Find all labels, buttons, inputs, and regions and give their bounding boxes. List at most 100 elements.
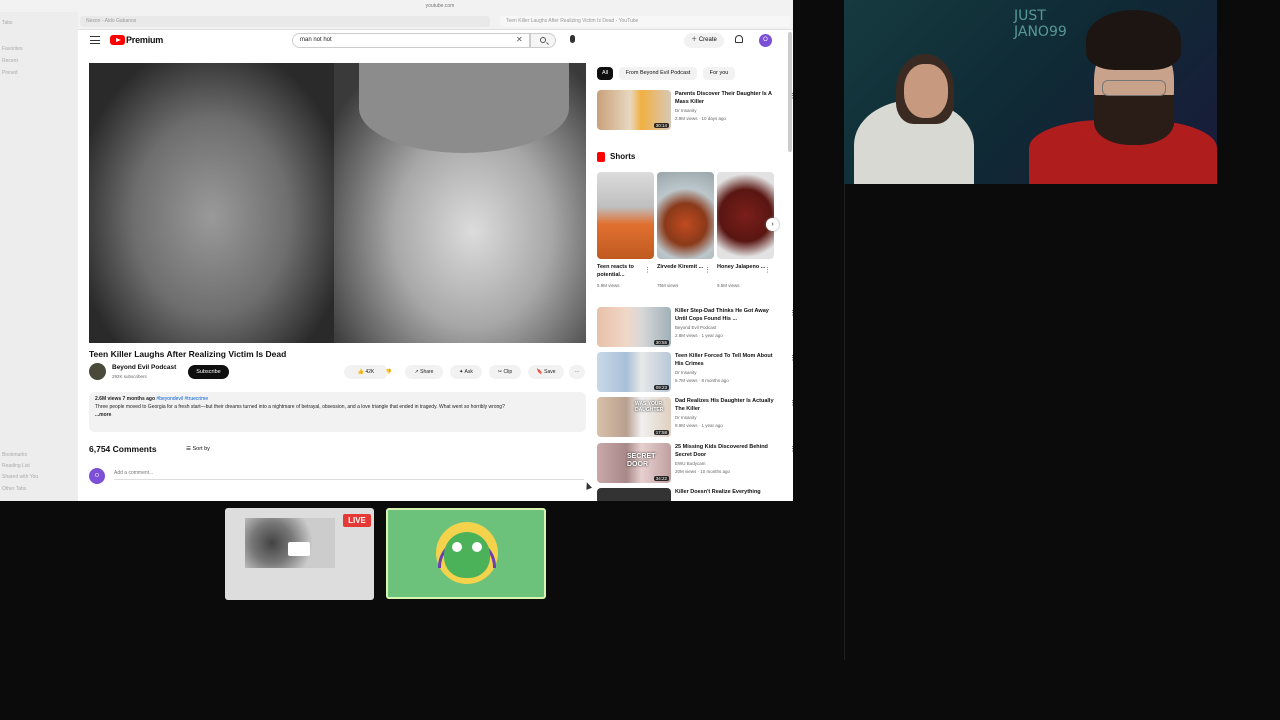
commenter-avatar: O [89, 468, 105, 484]
shorts-icon [597, 152, 605, 162]
recommended-video[interactable]: 30:14 Parents Discover Their Daughter Is… [597, 90, 793, 130]
create-button[interactable]: ＋ Create [684, 33, 724, 48]
channel-name[interactable]: Beyond Evil Podcast [112, 364, 176, 371]
video-description[interactable]: 2.6M views 7 months ago #beyondevil #tru… [89, 392, 586, 432]
chip-from-channel[interactable]: From Beyond Evil Podcast [619, 67, 697, 80]
short-title[interactable]: Honey Jalapeno ... [717, 263, 767, 271]
short-thumbnail[interactable] [717, 172, 774, 259]
sidebar-item-shared[interactable]: Shared with You [2, 474, 38, 480]
short-title[interactable]: Teen reacts to potential... [597, 263, 647, 279]
video-channel[interactable]: Beyond Evil Podcast [675, 325, 716, 330]
tab-youtube[interactable]: Teen Killer Laughs After Realizing Victi… [500, 16, 790, 27]
ask-button[interactable]: ✦ Ask [450, 365, 482, 379]
shorts-heading: Shorts [610, 152, 636, 161]
sidebar-item-recent[interactable]: Recent [2, 58, 18, 64]
sort-comments-button[interactable]: ☰ Sort by [186, 446, 210, 452]
description-text: Three people moved to Georgia for a fres… [95, 404, 505, 410]
clear-search-icon[interactable]: ✕ [516, 35, 523, 44]
tab-nexon[interactable]: Nexon - Aldo Gabanos [80, 16, 490, 27]
more-options-icon[interactable]: ⋮ [789, 445, 793, 453]
more-options-icon[interactable]: ⋮ [789, 92, 793, 100]
sidebar-item-bookmarks[interactable]: Bookmarks [2, 452, 27, 458]
chip-all[interactable]: All [597, 67, 613, 80]
live-preview-cursor [288, 542, 310, 556]
video-title[interactable]: Teen Killer Forced To Tell Mom About His… [675, 352, 775, 368]
video-channel[interactable]: Dr Insanity [675, 370, 697, 375]
guest-face [904, 64, 948, 118]
sidebar-item-pinned[interactable]: Pinned [2, 70, 18, 76]
more-options-icon[interactable]: ⋮ [789, 354, 793, 362]
video-channel[interactable]: Dr Insanity [675, 108, 697, 113]
video-duration: 30:55 [653, 340, 669, 345]
streamer-guest [844, 54, 974, 184]
video-title[interactable]: 25 Missing Kids Discovered Behind Secret… [675, 443, 775, 459]
more-options-icon[interactable]: ⋮ [704, 266, 711, 274]
recommended-video[interactable]: 30:55 Killer Step-Dad Thinks He Got Away… [597, 307, 793, 347]
search-input[interactable]: man not hot [292, 33, 530, 48]
share-button[interactable]: ↗ Share [405, 365, 443, 379]
sidebar-item-tabs[interactable]: Tabs [2, 20, 13, 26]
description-tags[interactable]: #beyondevil #truecrime [156, 396, 208, 402]
video-thumbnail[interactable]: SECRET DOOR 34:22 [597, 443, 671, 483]
sidebar-item-reading-list[interactable]: Reading List [2, 463, 30, 469]
short-thumbnail[interactable] [597, 172, 654, 259]
notifications-bell-icon[interactable] [735, 35, 743, 43]
more-options-icon[interactable]: ⋮ [789, 399, 793, 407]
short-thumbnail[interactable] [657, 172, 714, 259]
more-actions-button[interactable]: ⋯ [569, 365, 585, 379]
description-more-link[interactable]: ...more [95, 412, 111, 418]
ask-label: Ask [464, 369, 473, 375]
video-title: Teen Killer Laughs After Realizing Victi… [89, 349, 287, 359]
sort-label: Sort by [192, 446, 210, 452]
video-thumbnail[interactable]: 30:55 [597, 307, 671, 347]
frog-eye [472, 542, 482, 552]
menu-icon[interactable] [90, 36, 100, 44]
chip-for-you[interactable]: For you [703, 67, 735, 80]
browser-chrome: youtube.com Nexon - Aldo Gabanos Teen Ki… [0, 0, 793, 30]
video-channel[interactable]: EWU Bodycam [675, 461, 706, 466]
subscribe-button[interactable]: Subscribe [188, 365, 229, 379]
video-channel[interactable]: Dr Insanity [675, 415, 697, 420]
frog-avatar-icon [444, 532, 490, 578]
search-icon [540, 37, 546, 43]
dislike-icon[interactable]: 👎 [382, 365, 396, 379]
save-button[interactable]: 🔖 Save [528, 365, 564, 379]
recommended-video[interactable]: WAS YOUR DAUGHTER 17:58 Dad Realizes His… [597, 397, 793, 437]
streamer [1024, 10, 1217, 184]
thumbnail-caption: SECRET DOOR [627, 453, 656, 468]
video-thumbnail[interactable] [597, 488, 671, 501]
video-meta: 2.8M views · 1 year ago [675, 333, 723, 338]
user-avatar[interactable]: O [759, 34, 772, 47]
video-thumbnail[interactable]: WAS YOUR DAUGHTER 17:58 [597, 397, 671, 437]
youtube-logo-text[interactable]: Premium [126, 35, 163, 45]
video-title[interactable]: Parents Discover Their Daughter Is A Mas… [675, 90, 775, 106]
description-meta: 2.6M views 7 months ago [95, 396, 156, 402]
clip-button[interactable]: ✂ Clip [489, 365, 521, 379]
sidebar-item-other-tabs[interactable]: Other Tabs [2, 486, 26, 492]
video-thumbnail[interactable]: 09:23 [597, 352, 671, 392]
create-label: Create [698, 37, 717, 43]
video-meta: 20M views · 10 months ago [675, 469, 731, 474]
shorts-next-arrow-icon[interactable]: › [766, 218, 779, 231]
recommended-video[interactable]: 09:23 Teen Killer Forced To Tell Mom Abo… [597, 352, 793, 392]
sidebar-item-favorites[interactable]: Favorites [2, 46, 23, 52]
video-player[interactable] [89, 63, 586, 343]
video-title[interactable]: Dad Realizes His Daughter Is Actually Th… [675, 397, 775, 413]
recommended-video[interactable]: SECRET DOOR 34:22 25 Missing Kids Discov… [597, 443, 793, 483]
video-title[interactable]: Killer Doesn't Realize Everything [675, 488, 775, 496]
search-button[interactable] [530, 33, 556, 48]
video-thumbnail[interactable]: 30:14 [597, 90, 671, 130]
short-views: 9.5M views [717, 283, 740, 288]
browser-sidebar: Tabs Favorites Recent Pinned Bookmarks R… [0, 12, 78, 501]
more-options-icon[interactable]: ⋮ [644, 266, 651, 274]
channel-avatar[interactable] [89, 363, 106, 380]
address-bar[interactable]: youtube.com [300, 1, 580, 11]
short-title[interactable]: Zirvede Kiremit ... [657, 263, 707, 271]
add-comment-input[interactable]: Add a comment... [114, 470, 584, 480]
recommended-video[interactable]: Killer Doesn't Realize Everything [597, 488, 787, 501]
video-title[interactable]: Killer Step-Dad Thinks He Got Away Until… [675, 307, 775, 323]
more-options-icon[interactable]: ⋮ [764, 266, 771, 274]
microphone-icon[interactable] [570, 35, 575, 43]
more-options-icon[interactable]: ⋮ [789, 309, 793, 317]
youtube-logo-icon[interactable] [110, 35, 125, 45]
